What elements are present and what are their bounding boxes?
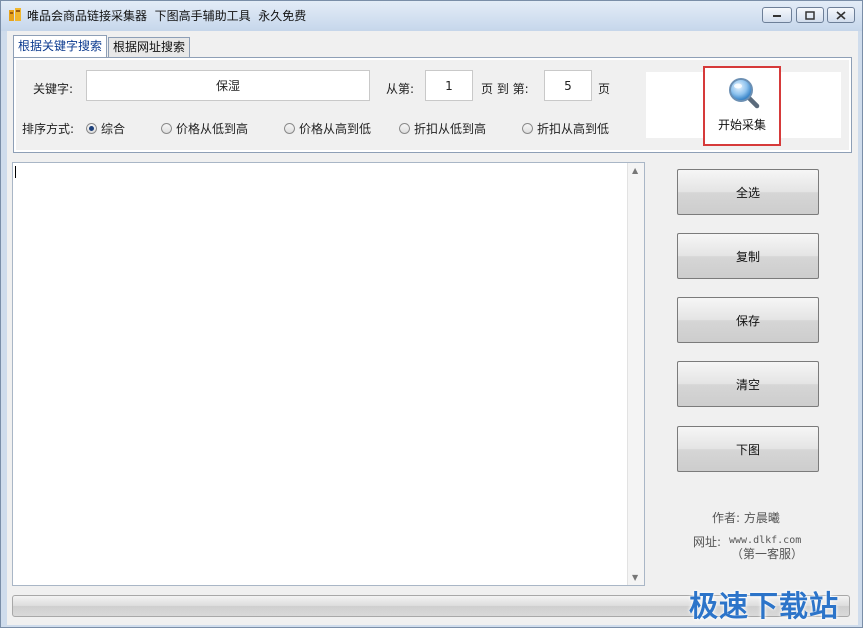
from-page-input[interactable]: 1 [425, 70, 473, 101]
text-caret [15, 166, 16, 178]
close-button[interactable] [827, 7, 855, 23]
app-icon [9, 8, 21, 21]
to-page-label: 页 到 第: [481, 82, 529, 96]
sort-option-discount-asc[interactable]: 折扣从低到高 [399, 120, 486, 137]
sort-label: 排序方式: [22, 122, 75, 136]
sort-option-label: 折扣从低到高 [414, 122, 487, 136]
search-panel: 关键字: 保湿 从第: 1 页 到 第: 5 页 排序方式: 综合 价格从低到高 [13, 57, 852, 153]
radio-icon [399, 123, 410, 134]
tab-url-search[interactable]: 根据网址搜索 [108, 37, 191, 57]
maximize-icon [805, 10, 815, 20]
from-page-label: 从第: [386, 82, 415, 96]
app-window: 唯品会商品链接采集器 下图高手辅助工具 永久免费 根据关键字搜索 根据网址搜索 … [0, 0, 863, 628]
scroll-up-icon[interactable]: ▲ [632, 166, 638, 175]
results-textarea[interactable]: ▲ ▼ [12, 162, 645, 586]
client-area: 根据关键字搜索 根据网址搜索 关键字: 保湿 从第: 1 页 到 第: 5 页 … [7, 31, 858, 625]
to-page-input[interactable]: 5 [544, 70, 592, 101]
download-images-button[interactable]: 下图 [677, 426, 819, 472]
scroll-down-icon[interactable]: ▼ [632, 573, 638, 582]
radio-selected-icon [86, 123, 97, 134]
sort-option-label: 价格从高到低 [299, 122, 372, 136]
maximize-button[interactable] [796, 7, 824, 23]
close-icon [836, 10, 846, 20]
radio-icon [522, 123, 533, 134]
url-label: 网址: [693, 535, 722, 549]
magnifier-icon [729, 78, 760, 109]
url-note: （第一客服） [731, 547, 804, 561]
title-bar[interactable]: 唯品会商品链接采集器 下图高手辅助工具 永久免费 [1, 1, 862, 29]
results-scrollbar[interactable]: ▲ ▼ [627, 163, 644, 585]
sort-option-price-asc[interactable]: 价格从低到高 [161, 120, 248, 137]
clear-button[interactable]: 清空 [677, 361, 819, 407]
sort-option-label: 价格从低到高 [176, 122, 249, 136]
minimize-button[interactable] [762, 7, 792, 23]
tab-keyword-search[interactable]: 根据关键字搜索 [13, 35, 108, 57]
sort-option-label: 综合 [101, 122, 126, 136]
tab-strip: 根据关键字搜索 根据网址搜索 [13, 35, 191, 57]
sort-option-label: 折扣从高到低 [537, 122, 610, 136]
minimize-icon [773, 15, 781, 17]
author-text: 作者: 方晨曦 [712, 511, 780, 525]
radio-icon [161, 123, 172, 134]
copy-button[interactable]: 复制 [677, 233, 819, 279]
start-button-area: 开始采集 [646, 66, 841, 146]
radio-icon [284, 123, 295, 134]
start-collect-button[interactable]: 开始采集 [703, 66, 781, 146]
start-collect-label: 开始采集 [717, 118, 766, 132]
search-panel-inner: 关键字: 保湿 从第: 1 页 到 第: 5 页 排序方式: 综合 价格从低到高 [16, 60, 849, 150]
window-title: 唯品会商品链接采集器 下图高手辅助工具 永久免费 [27, 9, 307, 23]
keyword-label: 关键字: [33, 82, 74, 96]
watermark-logo: 极速下载站 [689, 589, 840, 623]
sort-option-overall[interactable]: 综合 [86, 120, 125, 137]
page-suffix-label: 页 [598, 82, 611, 96]
save-button[interactable]: 保存 [677, 297, 819, 343]
select-all-button[interactable]: 全选 [677, 169, 819, 215]
keyword-input[interactable]: 保湿 [86, 70, 370, 101]
sort-option-discount-desc[interactable]: 折扣从高到低 [522, 120, 609, 137]
sort-option-price-desc[interactable]: 价格从高到低 [284, 120, 371, 137]
